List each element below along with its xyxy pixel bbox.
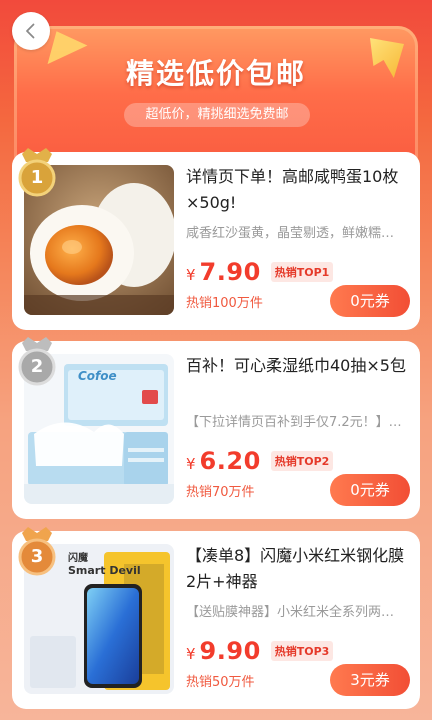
product-title[interactable]: 详情页下单！高邮咸鸭蛋10枚×50g! <box>186 164 408 216</box>
coupon-button[interactable]: 0元券 <box>330 474 410 506</box>
coupon-button[interactable]: 0元券 <box>330 285 410 317</box>
back-button[interactable] <box>12 12 50 50</box>
product-price: 9.90 <box>199 637 261 665</box>
product-title[interactable]: 【凑单8】闪魔小米红米钢化膜2片+神器 <box>186 543 408 595</box>
rank-number: 2 <box>30 356 44 377</box>
sales-count: 热销70万件 <box>186 485 255 500</box>
product-price: 7.90 <box>199 258 261 286</box>
price-row: ¥ 9.90 热销TOP3 <box>186 637 334 667</box>
rank-number: 1 <box>30 167 44 188</box>
page-title: 精选低价包邮 <box>125 57 306 90</box>
product-card[interactable]: Cofoe 2 百补！可心柔湿纸巾40抽×5包 【下拉详情页百补到手仅7.2元！… <box>12 337 420 519</box>
product-price: 6.20 <box>199 447 261 475</box>
sales-count: 热销50万件 <box>186 675 255 690</box>
price-row: ¥ 6.20 热销TOP2 <box>186 447 334 477</box>
product-description: 咸香红沙蛋黄，晶莹剔透，鲜嫩糯… <box>186 226 395 241</box>
currency-symbol: ¥ <box>186 645 196 663</box>
currency-symbol: ¥ <box>186 455 196 473</box>
hot-sale-badge: 热销TOP2 <box>270 451 334 471</box>
page-subtitle: 超低价，精挑细选免费邮 <box>124 103 310 127</box>
price-row: ¥ 7.90 热销TOP1 <box>186 258 334 288</box>
rank-number: 3 <box>30 546 44 567</box>
product-description: 【送贴膜神器】小米红米全系列两… <box>186 605 395 620</box>
product-brand-text: Cofoe <box>78 369 117 383</box>
product-brand-text: 闪魔 Smart Devil <box>68 553 141 577</box>
hot-sale-badge: 热销TOP3 <box>270 641 334 661</box>
product-card[interactable]: 闪魔 Smart Devil 3 【凑单8】闪魔小米红米钢化膜2片+神器 【送贴… <box>12 527 420 709</box>
product-description: 【下拉详情页百补到手仅7.2元！】… <box>186 415 402 430</box>
currency-symbol: ¥ <box>186 266 196 284</box>
chevron-left-icon <box>26 23 35 39</box>
product-card[interactable]: 1 详情页下单！高邮咸鸭蛋10枚×50g! 咸香红沙蛋黄，晶莹剔透，鲜嫩糯… ¥… <box>12 148 420 330</box>
hot-sale-badge: 热销TOP1 <box>270 262 334 282</box>
sales-count: 热销100万件 <box>186 296 263 311</box>
product-title[interactable]: 百补！可心柔湿纸巾40抽×5包 <box>186 353 408 379</box>
coupon-button[interactable]: 3元券 <box>330 664 410 696</box>
